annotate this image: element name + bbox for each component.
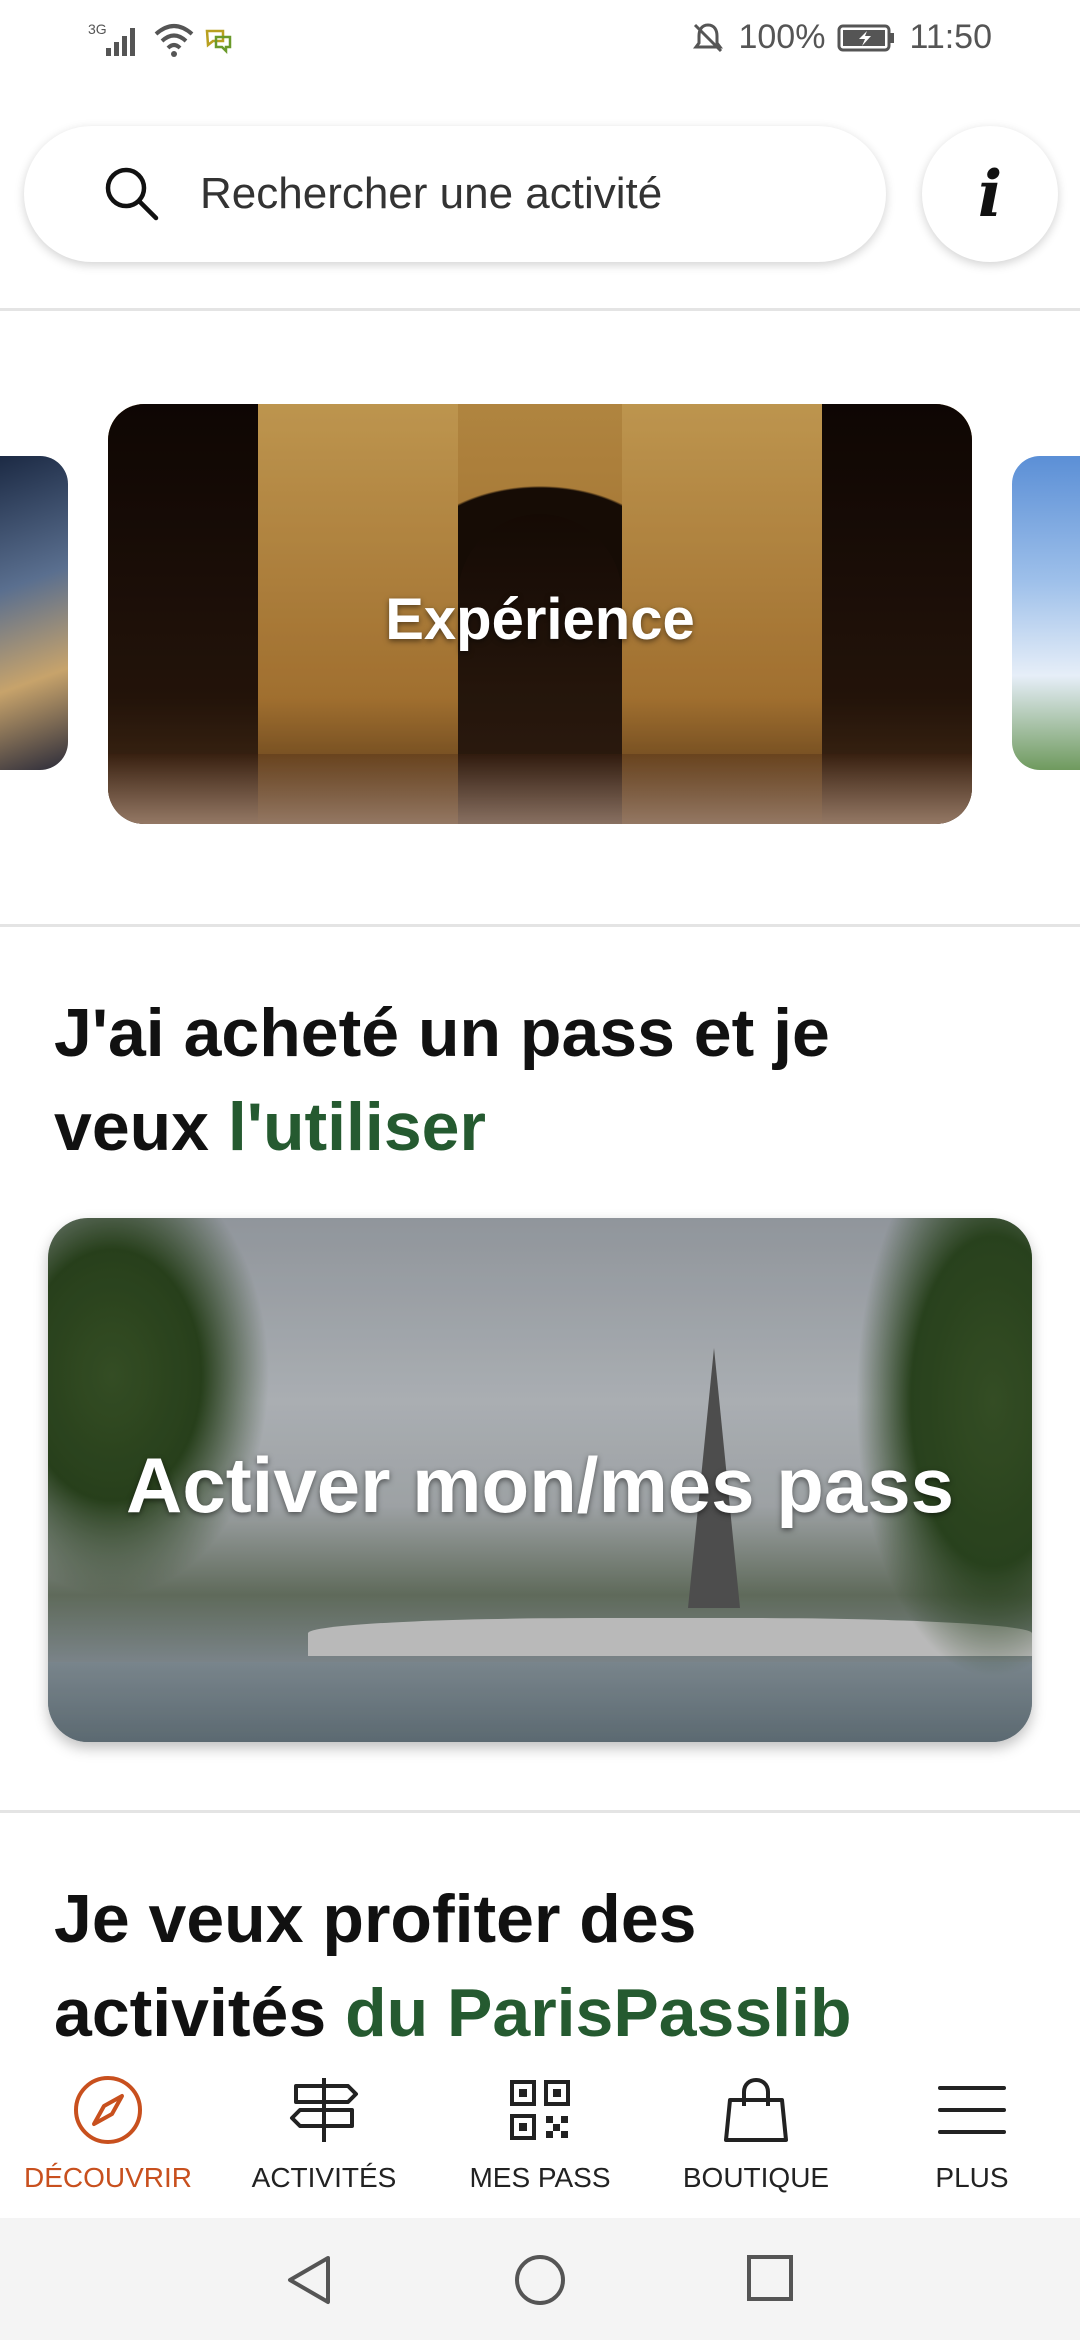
carousel-card-next[interactable] <box>1012 456 1080 770</box>
signpost-icon <box>290 2078 358 2142</box>
nav-item-decouvrir[interactable]: DÉCOUVRIR <box>0 2074 216 2194</box>
carousel-card-experience[interactable]: Expérience <box>108 404 972 824</box>
nav-label-decouvrir: DÉCOUVRIR <box>23 2162 192 2193</box>
search-input[interactable]: Rechercher une activité <box>24 126 886 262</box>
chat-icon <box>205 29 232 55</box>
compass-icon <box>74 2076 142 2144</box>
section-enjoy-title: Je veux profiter des activités du ParisP… <box>54 1872 852 2060</box>
activate-pass-label: Activer mon/mes pass <box>125 1441 955 1529</box>
section-enjoy-title-accent: du ParisPasslib <box>345 1975 852 2051</box>
status-left: 3G <box>88 20 234 60</box>
nav-item-boutique[interactable]: BOUTIQUE <box>648 2074 864 2194</box>
section-use-title-accent: l'utiliser <box>227 1089 486 1165</box>
info-icon: i <box>977 156 1003 232</box>
back-icon[interactable] <box>284 2254 334 2306</box>
nav-label-activites: ACTIVITÉS <box>251 2162 397 2193</box>
nav-item-activites[interactable]: ACTIVITÉS <box>216 2074 432 2194</box>
section-divider <box>0 924 1080 927</box>
wifi-icon <box>154 24 194 57</box>
search-icon <box>105 167 159 221</box>
nav-item-mes-pass[interactable]: MES PASS <box>432 2074 648 2194</box>
search-placeholder: Rechercher une activité <box>200 169 663 218</box>
shopping-bag-icon <box>724 2077 788 2142</box>
section-enjoy-title-prefix: activités <box>54 1975 346 2051</box>
carousel-card-previous[interactable] <box>0 456 68 770</box>
section-use-title-line2: veux l'utiliser <box>54 1080 830 1174</box>
nav-label-mes-pass: MES PASS <box>469 2162 611 2193</box>
section-enjoy-title-line2: activités du ParisPasslib <box>54 1966 852 2060</box>
battery-icon <box>837 24 895 51</box>
info-button[interactable]: i <box>922 126 1058 262</box>
menu-icon <box>938 2086 1006 2134</box>
clock: 11:50 <box>909 18 992 56</box>
bottom-navigation: DÉCOUVRIR ACTIVITÉS MES PASS BOUTIQUE PL… <box>0 2052 1080 2218</box>
qr-code-icon <box>510 2080 570 2140</box>
system-navigation-bar <box>0 2218 1080 2340</box>
signal-icon: 3G <box>88 21 135 56</box>
nav-label-plus: PLUS <box>935 2162 1009 2193</box>
section-divider-2 <box>0 1810 1080 1813</box>
mute-icon <box>693 22 724 52</box>
section-enjoy-title-line1: Je veux profiter des <box>54 1881 697 1957</box>
status-bar: 3G 100% 11:50 <box>0 0 1080 80</box>
home-icon[interactable] <box>514 2254 566 2306</box>
nav-label-boutique: BOUTIQUE <box>682 2162 830 2193</box>
section-use-title-prefix: veux <box>54 1089 228 1165</box>
activate-pass-card[interactable]: Activer mon/mes pass <box>48 1218 1032 1742</box>
section-use-title: J'ai acheté un pass et je veux l'utilise… <box>54 986 830 1174</box>
nav-item-plus[interactable]: PLUS <box>864 2074 1080 2194</box>
carousel-card-label: Expérience <box>385 587 695 652</box>
header-divider <box>0 308 1080 311</box>
section-use-title-line1: J'ai acheté un pass et je <box>54 995 830 1071</box>
svg-text:3G: 3G <box>88 21 107 37</box>
status-right: 100% 11:50 <box>690 18 992 57</box>
recents-icon[interactable] <box>746 2254 794 2302</box>
battery-percent: 100% <box>738 18 826 56</box>
